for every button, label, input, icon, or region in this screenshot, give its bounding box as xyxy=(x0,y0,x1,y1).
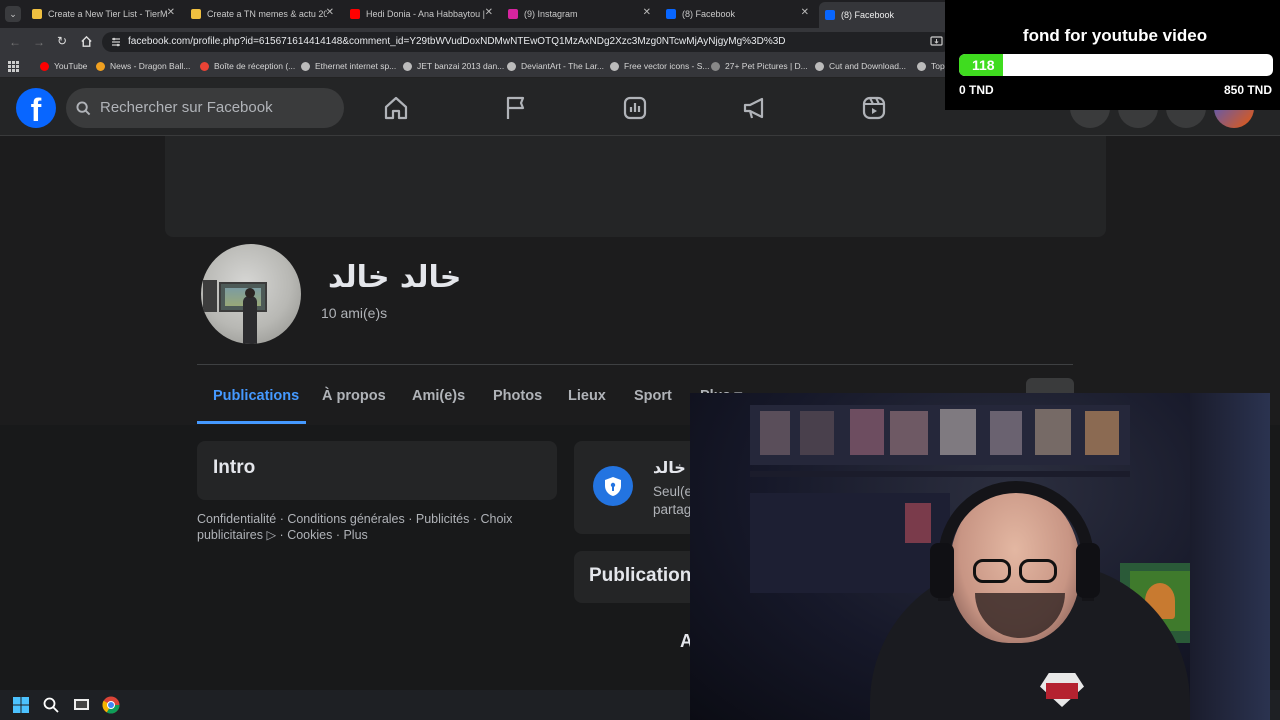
profile-name: خالد خالد xyxy=(328,260,462,295)
webcam-headphones xyxy=(938,481,1094,601)
profile-divider xyxy=(197,364,1073,365)
bookmark-item[interactable]: Free vector icons - S... xyxy=(610,61,710,71)
profile-tab[interactable]: À propos xyxy=(322,388,386,404)
bookmark-favicon-icon xyxy=(507,61,516,71)
dashboard-icon[interactable] xyxy=(621,94,649,122)
bookmark-label: DeviantArt - The Lar... xyxy=(521,61,604,71)
donation-max-label: 850 TND xyxy=(1223,83,1272,97)
url-text[interactable]: facebook.com/profile.php?id=615671614414… xyxy=(128,36,786,47)
bookmark-label: Cut and Download... xyxy=(829,61,907,71)
bookmark-favicon-icon xyxy=(815,61,824,71)
bookmark-item[interactable]: Ethernet internet sp... xyxy=(301,61,396,71)
bookmark-label: Boîte de réception (... xyxy=(214,61,296,71)
bookmark-favicon-icon xyxy=(610,61,619,71)
tab-favicon-icon xyxy=(508,9,518,19)
footer-links[interactable]: Confidentialité · Conditions générales ·… xyxy=(197,512,527,543)
privacy-shield-badge xyxy=(593,466,633,506)
bookmark-favicon-icon xyxy=(917,61,926,71)
tab-close-icon[interactable]: ✕ xyxy=(643,7,651,18)
tab-search-button[interactable]: ⌄ xyxy=(5,6,21,22)
browser-tab[interactable]: Create a TN memes & actu 202 ✕ xyxy=(185,4,340,24)
bookmark-label: News - Dragon Ball... xyxy=(110,61,191,71)
bookmark-favicon-icon xyxy=(200,61,209,71)
tab-favicon-icon xyxy=(191,9,201,19)
profile-tab[interactable]: Publications xyxy=(213,388,299,404)
taskbar-search-icon[interactable] xyxy=(43,697,59,713)
profile-picture[interactable] xyxy=(201,244,301,344)
tab-favicon-icon xyxy=(666,9,676,19)
profile-tab[interactable]: Sport xyxy=(634,388,672,404)
chrome-icon[interactable] xyxy=(102,696,120,714)
bookmark-label: YouTube xyxy=(54,61,88,71)
browser-tab[interactable]: Create a New Tier List - TierMa ✕ xyxy=(26,4,181,24)
bookmark-item[interactable]: News - Dragon Ball... xyxy=(96,61,190,71)
active-tab-indicator xyxy=(197,421,306,424)
donation-title: fond for youtube video xyxy=(1022,26,1208,45)
tab-close-icon[interactable]: ✕ xyxy=(167,7,175,18)
task-view-icon[interactable] xyxy=(73,697,90,712)
bookmark-item[interactable]: Top xyxy=(917,61,945,71)
browser-tab[interactable]: (8) Facebook ✕ xyxy=(660,4,815,24)
cover-photo xyxy=(165,136,1106,237)
bookmark-favicon-icon xyxy=(403,61,412,71)
site-info-icon[interactable] xyxy=(110,36,122,48)
search-placeholder: Rechercher sur Facebook xyxy=(100,99,273,116)
bookmark-favicon-icon xyxy=(40,61,49,71)
tab-close-icon[interactable]: ✕ xyxy=(326,7,334,18)
profile-tab[interactable]: Photos xyxy=(493,388,542,404)
back-icon[interactable]: ← xyxy=(9,35,21,49)
bookmark-item[interactable]: Cut and Download... xyxy=(815,61,906,71)
bookmark-item[interactable]: 27+ Pet Pictures | D... xyxy=(711,61,808,71)
facebook-logo[interactable]: f xyxy=(16,88,56,128)
tab-title: (8) Facebook xyxy=(682,9,736,19)
bookmark-label: JET banzai 2013 dan... xyxy=(417,61,505,71)
install-app-icon[interactable] xyxy=(930,36,943,48)
home-icon[interactable] xyxy=(382,94,410,122)
webcam-glasses xyxy=(973,559,1011,583)
bookmark-label: Top xyxy=(931,61,945,71)
bookmark-favicon-icon xyxy=(711,61,720,71)
donation-progress-bar xyxy=(959,54,1273,76)
bookmark-item[interactable]: JET banzai 2013 dan... xyxy=(403,61,504,71)
browser-tab[interactable]: Hedi Donia - Ana Habbaytou | ✕ xyxy=(344,4,499,24)
home-page-icon[interactable] xyxy=(80,35,93,48)
reels-icon[interactable] xyxy=(860,94,888,122)
bookmark-label: Free vector icons - S... xyxy=(624,61,710,71)
reload-icon[interactable]: ↻ xyxy=(57,34,67,48)
tab-title: Create a TN memes & actu 202 xyxy=(207,9,327,19)
friends-count[interactable]: 10 ami(e)s xyxy=(321,305,387,321)
forward-icon[interactable]: → xyxy=(33,35,45,49)
bookmark-label: 27+ Pet Pictures | D... xyxy=(725,61,808,71)
shield-icon xyxy=(605,477,621,496)
bookmark-item[interactable]: Boîte de réception (... xyxy=(200,61,295,71)
browser-tab[interactable]: (9) Instagram ✕ xyxy=(502,4,657,24)
tab-favicon-icon xyxy=(32,9,42,19)
donation-min-label: 0 TND xyxy=(959,83,994,97)
tab-close-icon[interactable]: ✕ xyxy=(801,7,809,18)
bookmark-favicon-icon xyxy=(301,61,310,71)
tab-title: (8) Facebook xyxy=(841,10,895,20)
privacy-card-text-2: partag xyxy=(653,502,692,517)
bookmark-item[interactable]: DeviantArt - The Lar... xyxy=(507,61,604,71)
tab-title: Create a New Tier List - TierMa xyxy=(48,9,168,19)
webcam-overlay xyxy=(690,393,1270,720)
search-icon xyxy=(76,101,91,116)
apps-grid-icon[interactable] xyxy=(8,61,19,72)
profile-tab[interactable]: Ami(e)s xyxy=(412,388,465,404)
bookmark-item[interactable]: YouTube xyxy=(40,61,87,71)
tab-title: (9) Instagram xyxy=(524,9,578,19)
profile-tab[interactable]: Lieux xyxy=(568,388,606,404)
intro-title: Intro xyxy=(213,457,256,478)
bookmark-favicon-icon xyxy=(96,61,105,71)
tab-close-icon[interactable]: ✕ xyxy=(485,7,493,18)
tab-title: Hedi Donia - Ana Habbaytou | xyxy=(366,9,485,19)
tab-favicon-icon xyxy=(350,9,360,19)
bookmark-label: Ethernet internet sp... xyxy=(315,61,397,71)
posts-title: Publication xyxy=(589,565,692,586)
donation-current-amount: 118 xyxy=(972,57,995,73)
flag-icon[interactable] xyxy=(502,94,530,122)
windows-start-icon[interactable] xyxy=(13,697,29,713)
tab-favicon-icon xyxy=(825,10,835,20)
megaphone-icon[interactable] xyxy=(741,94,769,122)
